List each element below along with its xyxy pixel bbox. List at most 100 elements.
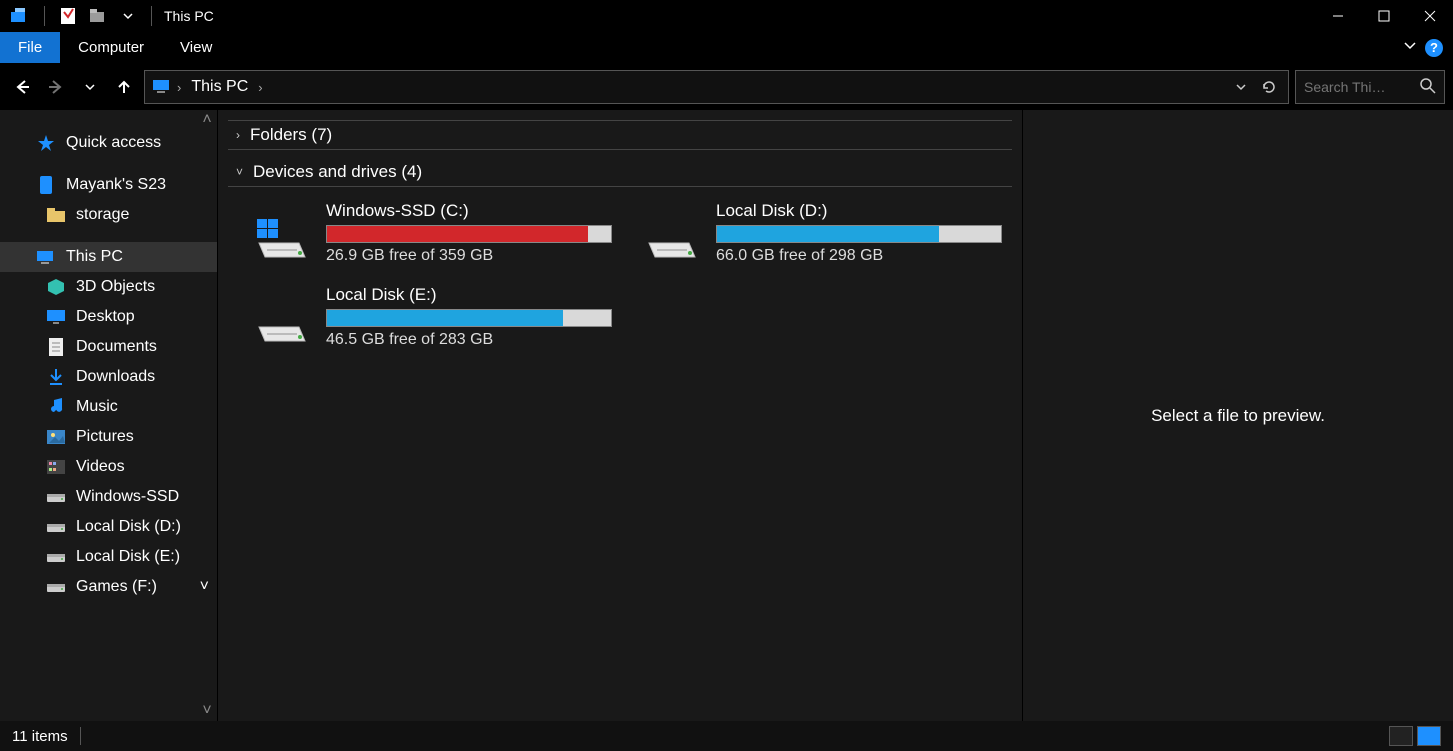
back-button[interactable] — [8, 73, 36, 101]
recent-locations-button[interactable] — [76, 73, 104, 101]
close-button[interactable] — [1407, 0, 1453, 32]
drive-item[interactable]: Windows-SSD (C:) 26.9 GB free of 359 GB — [246, 195, 616, 271]
drive-name: Local Disk (D:) — [716, 201, 1002, 221]
address-bar[interactable]: › This PC › — [144, 70, 1289, 104]
sidebar-item-games-f-[interactable]: Games (F:) ˅ — [0, 572, 217, 602]
forward-button[interactable] — [42, 73, 70, 101]
breadcrumb-segment[interactable]: This PC — [185, 78, 254, 96]
pc-icon — [151, 76, 173, 99]
ribbon-tab-view[interactable]: View — [162, 32, 230, 63]
drive-usage-bar — [326, 225, 612, 243]
sidebar-item-label: Videos — [76, 458, 125, 476]
chevron-down-icon: ˅ — [236, 165, 243, 179]
sidebar-item-this-pc[interactable]: This PC — [0, 242, 217, 272]
document-icon — [46, 338, 66, 356]
drive-icon — [46, 518, 66, 536]
group-header-folders[interactable]: › Folders (7) — [228, 120, 1012, 150]
status-bar: 11 items — [0, 721, 1453, 751]
sidebar-item-documents[interactable]: Documents — [0, 332, 217, 362]
ribbon-tab-file[interactable]: File — [0, 32, 60, 63]
app-icon — [8, 4, 34, 28]
drive-icon — [250, 285, 314, 349]
folder-icon — [46, 206, 66, 224]
group-label: Folders (7) — [250, 125, 332, 145]
content-pane: › Folders (7) ˅ Devices and drives (4) W… — [218, 110, 1023, 721]
star-icon — [36, 134, 56, 152]
chevron-right-icon[interactable]: › — [254, 80, 266, 95]
sidebar-item-downloads[interactable]: Downloads — [0, 362, 217, 392]
sidebar-item-windows-ssd[interactable]: Windows-SSD — [0, 482, 217, 512]
search-input[interactable] — [1304, 79, 1412, 95]
sidebar-item-label: Documents — [76, 338, 157, 356]
music-icon — [46, 398, 66, 416]
scroll-down-icon[interactable]: ˅ — [199, 703, 215, 719]
refresh-icon[interactable] — [1256, 74, 1282, 100]
drive-status: 66.0 GB free of 298 GB — [716, 247, 1002, 265]
drive-status: 26.9 GB free of 359 GB — [326, 247, 612, 265]
sidebar-item-label: Quick access — [66, 134, 161, 152]
drive-icon — [46, 488, 66, 506]
desktop-icon — [46, 308, 66, 326]
drive-item[interactable]: Local Disk (E:)46.5 GB free of 283 GB — [246, 279, 616, 355]
view-tiles-button[interactable] — [1417, 726, 1441, 746]
ribbon-collapse-icon[interactable] — [1403, 38, 1417, 57]
videos-icon — [46, 458, 66, 476]
sidebar-item-label: Local Disk (E:) — [76, 548, 180, 566]
group-header-drives[interactable]: ˅ Devices and drives (4) — [228, 158, 1012, 187]
cube-icon — [46, 278, 66, 296]
group-label: Devices and drives (4) — [253, 162, 422, 182]
up-button[interactable] — [110, 73, 138, 101]
ribbon: File Computer View ? — [0, 32, 1453, 64]
minimize-button[interactable] — [1315, 0, 1361, 32]
view-details-button[interactable] — [1389, 726, 1413, 746]
scroll-up-icon[interactable]: ˄ — [199, 112, 215, 128]
sidebar-item-label: 3D Objects — [76, 278, 155, 296]
qat-dropdown-icon[interactable] — [115, 4, 141, 28]
sidebar-item-local-disk-e-[interactable]: Local Disk (E:) — [0, 542, 217, 572]
drive-name: Windows-SSD (C:) — [326, 201, 612, 221]
navigation-row: › This PC › — [0, 64, 1453, 110]
drive-status: 46.5 GB free of 283 GB — [326, 331, 612, 349]
ribbon-tab-computer[interactable]: Computer — [60, 32, 162, 63]
drive-icon — [640, 201, 704, 265]
sidebar-item-storage[interactable]: storage — [0, 200, 217, 230]
drive-icon — [46, 548, 66, 566]
sidebar-item-label: Windows-SSD — [76, 488, 179, 506]
sidebar-item-desktop[interactable]: Desktop — [0, 302, 217, 332]
sidebar-item-local-disk-d-[interactable]: Local Disk (D:) — [0, 512, 217, 542]
qat-properties-icon[interactable] — [55, 4, 81, 28]
sidebar-item-videos[interactable]: Videos — [0, 452, 217, 482]
download-icon — [46, 368, 66, 386]
search-box[interactable] — [1295, 70, 1445, 104]
sidebar-item-label: Local Disk (D:) — [76, 518, 181, 536]
sidebar-item-quick-access[interactable]: Quick access — [0, 128, 217, 158]
sidebar-item-mayank-s-s23[interactable]: Mayank's S23 — [0, 170, 217, 200]
qat-newfolder-icon[interactable] — [85, 4, 111, 28]
address-dropdown-icon[interactable] — [1228, 74, 1254, 100]
sidebar-item-label: Downloads — [76, 368, 155, 386]
sidebar-item-music[interactable]: Music — [0, 392, 217, 422]
pc-icon — [36, 248, 56, 266]
chevron-down-icon[interactable]: ˅ — [200, 578, 209, 596]
sidebar-item-3d-objects[interactable]: 3D Objects — [0, 272, 217, 302]
chevron-right-icon[interactable]: › — [173, 80, 185, 95]
sidebar-item-label: Pictures — [76, 428, 134, 446]
sidebar-item-pictures[interactable]: Pictures — [0, 422, 217, 452]
sidebar-item-label: Games (F:) — [76, 578, 157, 596]
preview-placeholder: Select a file to preview. — [1151, 406, 1325, 426]
titlebar: This PC — [0, 0, 1453, 32]
help-icon[interactable]: ? — [1425, 39, 1443, 57]
drive-icon — [250, 201, 314, 265]
maximize-button[interactable] — [1361, 0, 1407, 32]
sidebar-item-label: Desktop — [76, 308, 135, 326]
sidebar-item-label: This PC — [66, 248, 123, 266]
drive-usage-bar — [326, 309, 612, 327]
pictures-icon — [46, 428, 66, 446]
window-title: This PC — [158, 8, 214, 24]
sidebar-item-label: storage — [76, 206, 129, 224]
drive-icon — [46, 578, 66, 596]
preview-pane: Select a file to preview. — [1023, 110, 1453, 721]
drive-item[interactable]: Local Disk (D:) 66.0 GB free of 298 GB — [636, 195, 1006, 271]
status-item-count: 11 items — [12, 728, 68, 745]
search-icon[interactable] — [1420, 78, 1436, 97]
